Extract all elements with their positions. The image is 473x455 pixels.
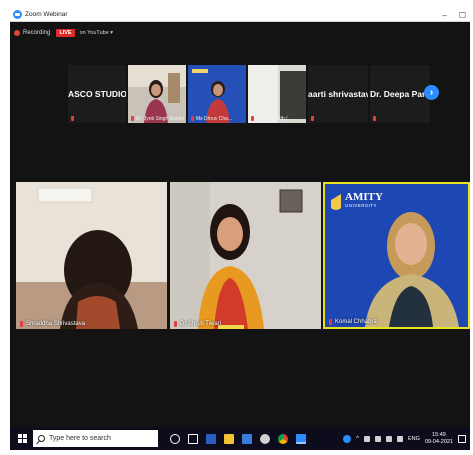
live-badge: LIVE xyxy=(56,29,75,37)
input-language[interactable]: ENG xyxy=(408,436,420,442)
window-titlebar: Zoom Webinar – ☐ xyxy=(10,8,470,22)
settings-gear-icon[interactable] xyxy=(260,433,270,444)
file-explorer-icon[interactable] xyxy=(224,433,234,444)
zoom-logo-icon xyxy=(13,10,22,19)
volume-icon[interactable] xyxy=(385,435,392,442)
participant-caption: Dr Shruti Tiwari xyxy=(174,321,221,327)
amity-logo-subtext: UNIVERSITY xyxy=(345,203,378,208)
muted-mic-icon xyxy=(174,321,177,327)
notification-icon[interactable] xyxy=(458,434,466,443)
zoom-tray-icon[interactable] xyxy=(343,434,352,443)
recording-status: Recording LIVE on YouTube ▾ xyxy=(14,29,113,37)
participant-caption: Komal Chhabra xyxy=(329,319,377,325)
participant-video xyxy=(16,182,167,329)
live-on-youtube-dropdown[interactable]: on YouTube ▾ xyxy=(80,30,113,36)
pen-icon[interactable] xyxy=(396,435,403,442)
search-icon xyxy=(38,435,45,442)
participant-caption: Col S K Seth (... xyxy=(256,116,292,122)
muted-mic-icon xyxy=(373,116,376,121)
system-tray: ^ ENG 15:49 09-04-2021 xyxy=(343,427,466,450)
participant-name: Shraddha Shrivastava xyxy=(26,321,86,327)
participant-video xyxy=(188,65,246,123)
muted-mic-icon xyxy=(191,116,194,121)
filmstrip-tile[interactable]: aarti shrivastava xyxy=(308,65,368,123)
maximize-button[interactable]: ☐ xyxy=(459,11,466,20)
search-placeholder: Type here to search xyxy=(49,435,111,442)
gallery-tile-active-speaker[interactable]: AMITY UNIVERSITY Komal Chhabra xyxy=(323,182,470,329)
taskbar-search-box[interactable]: Type here to search xyxy=(33,430,158,447)
filmstrip-tile[interactable]: Ms Dhruv Cha... xyxy=(188,65,246,123)
muted-mic-icon xyxy=(20,321,23,327)
recording-label[interactable]: Recording xyxy=(23,30,50,36)
participant-caption: Dr. Jyoti Singh Bandan xyxy=(136,116,184,122)
minimize-button[interactable]: – xyxy=(442,11,446,20)
cortana-icon[interactable] xyxy=(170,433,180,444)
amity-logo-text: AMITY xyxy=(345,191,383,203)
participant-name: Dr. Deepa Pandey xyxy=(370,89,430,99)
word-app-icon[interactable] xyxy=(206,433,216,444)
network-icon[interactable] xyxy=(374,435,381,442)
filmstrip-tile[interactable]: ASCO STUDIO xyxy=(68,65,126,123)
muted-mic-icon xyxy=(131,116,134,121)
window-controls: – ☐ xyxy=(442,8,466,22)
task-view-icon[interactable] xyxy=(188,433,198,444)
filmstrip-tile[interactable]: Dr. Jyoti Singh Bandan xyxy=(128,65,186,123)
windows-taskbar: Type here to search ^ ENG 15:49 09-04-20… xyxy=(10,427,470,450)
clock-time: 15:49 xyxy=(432,431,446,438)
chevron-up-icon[interactable]: ^ xyxy=(356,436,359,442)
participant-caption: Ms Dhruv Cha... xyxy=(196,116,233,122)
taskbar-pinned-apps xyxy=(170,433,306,444)
taskbar-clock[interactable]: 15:49 09-04-2021 xyxy=(425,432,453,446)
participant-name: ASCO STUDIO xyxy=(68,89,126,99)
screenshot-frame: Zoom Webinar – ☐ Recording LIVE on YouTu… xyxy=(10,8,470,450)
zoom-app-icon[interactable] xyxy=(296,433,306,444)
muted-mic-icon xyxy=(251,116,254,121)
filmstrip-tile[interactable]: Dr. Deepa Pandey xyxy=(370,65,430,123)
store-app-icon[interactable] xyxy=(242,433,252,444)
participant-caption: Shraddha Shrivastava xyxy=(20,321,85,327)
clock-date: 09-04-2021 xyxy=(424,438,453,445)
muted-mic-icon xyxy=(329,319,332,325)
next-page-button[interactable]: › xyxy=(424,85,439,100)
participant-name: aarti shrivastava xyxy=(308,89,368,99)
participant-video xyxy=(248,65,306,123)
battery-icon[interactable] xyxy=(363,435,370,442)
window-title: Zoom Webinar xyxy=(25,11,68,18)
gallery-tile[interactable]: Dr Shruti Tiwari xyxy=(170,182,321,329)
chrome-icon[interactable] xyxy=(278,433,288,444)
participant-name: Komal Chhabra xyxy=(335,319,377,325)
filmstrip-tile[interactable]: Col S K Seth (... xyxy=(248,65,306,123)
participant-video xyxy=(170,182,321,329)
participant-name: Dr Shruti Tiwari xyxy=(180,321,222,327)
participant-filmstrip: ASCO STUDIO Dr. Jyoti Singh Bandan Ms Dh… xyxy=(68,65,430,123)
meeting-area: Recording LIVE on YouTube ▾ ASCO STUDIO xyxy=(10,23,470,427)
gallery-tile[interactable]: Shraddha Shrivastava xyxy=(16,182,167,329)
windows-start-icon[interactable] xyxy=(18,434,27,443)
participant-video xyxy=(128,65,186,123)
recording-dot-icon xyxy=(14,30,20,36)
muted-mic-icon xyxy=(311,116,314,121)
muted-mic-icon xyxy=(71,116,74,121)
